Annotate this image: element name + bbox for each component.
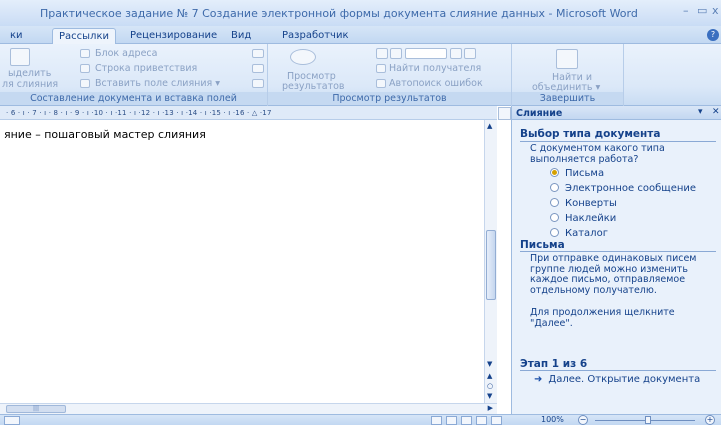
document-type-question: С документом какого типа выполняется раб… [530,143,665,165]
minimize-button[interactable]: – [683,4,689,17]
auto-check-errors-button[interactable]: Автопоиск ошибок [389,78,483,89]
help-icon[interactable]: ? [707,29,719,41]
radio-envelopes-control[interactable] [550,198,559,207]
insert-merge-field-button[interactable]: Вставить поле слияния ▾ [95,78,220,89]
print-layout-view-icon[interactable] [431,416,442,425]
radio-envelopes[interactable]: Конверты [550,198,617,210]
vertical-scroll-thumb[interactable] [486,230,496,300]
next-page-icon[interactable]: ▼ [487,392,492,400]
preview-results-label-2[interactable]: результатов [282,81,345,92]
radio-letters[interactable]: Письма [550,168,604,180]
radio-letters-control[interactable] [550,168,559,177]
group-finish-label: Завершить [512,92,623,105]
scroll-up-icon[interactable]: ▲ [487,122,492,130]
radio-labels-label: Наклейки [565,213,617,224]
tab-review[interactable]: Рецензирование [124,28,223,44]
task-pane-menu-icon[interactable]: ▾ [698,107,703,117]
continue-hint: Для продолжения щелкните "Далее". [530,307,675,329]
window-title: Практическое задание № 7 Создание электр… [40,7,638,20]
first-record-icon[interactable] [376,48,388,59]
section-divider [520,370,716,371]
previous-record-icon[interactable] [390,48,402,59]
next-record-icon[interactable] [450,48,462,59]
task-pane-close-icon[interactable]: ✕ [712,107,720,117]
find-recipient-button[interactable]: Найти получателя [389,63,481,74]
match-fields-icon[interactable] [252,64,264,73]
greeting-line-icon [80,64,90,73]
document-text: яние – пошаговый мастер слияния [4,128,206,141]
section-divider [520,251,716,252]
find-recipient-icon [376,64,386,73]
zoom-out-icon[interactable]: − [578,415,588,425]
radio-labels-control[interactable] [550,213,559,222]
section-divider [520,141,716,142]
outline-view-icon[interactable] [476,416,487,425]
highlight-fields-icon [10,48,30,66]
status-bar: 100% − + [0,414,721,425]
radio-email-label: Электронное сообщение [565,183,697,194]
scroll-down-icon[interactable]: ▼ [487,360,492,368]
tab-partial[interactable]: ки [4,28,29,44]
browse-object-icon[interactable]: ○ [487,382,493,390]
update-labels-icon[interactable] [252,79,264,88]
next-step-link[interactable]: ➜ Далее. Открытие документа [534,374,700,385]
highlight-fields-label-1[interactable]: ыделить [8,68,51,79]
auto-check-errors-icon [376,79,386,88]
radio-labels[interactable]: Наклейки [550,213,616,225]
radio-email-control[interactable] [550,183,559,192]
insert-merge-field-icon [80,79,90,88]
group-preview-results: Просмотр результатов Найти получателя Ав… [268,44,512,106]
group-compose-insert-fields: ыделить ля слияния Блок адреса Строка пр… [0,44,268,106]
task-pane-header: Слияние ▾ ✕ [512,106,721,120]
address-block-icon [80,49,90,58]
close-button[interactable]: x [712,4,719,17]
highlight-fields-label-2[interactable]: ля слияния [2,79,58,90]
horizontal-ruler[interactable]: · 6 · ı · 7 · ı · 8 · ı · 9 · ı ·10 · ı … [0,106,497,120]
scroll-right-icon[interactable]: ▶ [488,404,493,412]
radio-directory-label: Каталог [565,228,608,239]
group-preview-label: Просмотр результатов [268,92,511,105]
ribbon: ыделить ля слияния Блок адреса Строка пр… [0,44,721,106]
group-finish: Найти и объединить ▾ Завершить [512,44,624,106]
radio-envelopes-label: Конверты [565,198,617,209]
horizontal-scrollbar[interactable]: ||| ▶ [0,403,497,414]
previous-page-icon[interactable]: ▲ [487,372,492,380]
ribbon-tabs: ки Рассылки Рецензирование Вид Разработч… [0,26,721,44]
document-area[interactable]: яние – пошаговый мастер слияния [0,120,484,403]
vertical-scrollbar[interactable]: ▲ ▼ ▲ ○ ▼ [484,120,497,403]
task-pane-title: Слияние [516,108,563,119]
arrow-right-icon: ➜ [534,374,543,385]
mail-merge-task-pane: Слияние ▾ ✕ Выбор типа документа С докум… [511,106,721,414]
next-step-label: Далее. Открытие документа [548,374,701,385]
greeting-line-button[interactable]: Строка приветствия [95,63,197,74]
radio-directory-control[interactable] [550,228,559,237]
step-indicator: Этап 1 из 6 [520,358,588,370]
full-screen-reading-view-icon[interactable] [446,416,457,425]
tab-mailings[interactable]: Рассылки [52,28,116,44]
zoom-slider-thumb[interactable] [645,416,651,424]
status-language-icon[interactable] [4,416,20,425]
section-letters-title: Письма [520,239,565,251]
radio-email[interactable]: Электронное сообщение [550,183,696,195]
preview-results-icon [290,49,316,65]
title-bar: Практическое задание № 7 Создание электр… [0,0,721,26]
zoom-level[interactable]: 100% [541,415,564,424]
maximize-button[interactable]: ▭ [697,4,707,17]
rules-icon[interactable] [252,49,264,58]
letters-description: При отправке одинаковых писем группе люд… [530,253,697,296]
draft-view-icon[interactable] [491,416,502,425]
view-ruler-icon[interactable] [498,107,511,120]
zoom-in-icon[interactable]: + [705,415,715,425]
tab-view[interactable]: Вид [225,28,257,44]
record-number-input[interactable] [405,48,447,59]
tab-developer[interactable]: Разработчик [276,28,355,44]
last-record-icon[interactable] [464,48,476,59]
section-document-type-title: Выбор типа документа [520,128,661,140]
radio-letters-label: Письма [565,168,605,179]
web-layout-view-icon[interactable] [461,416,472,425]
address-block-button[interactable]: Блок адреса [95,48,157,59]
horizontal-scroll-thumb[interactable]: ||| [6,405,66,413]
finish-merge-icon [556,49,578,69]
group-compose-label: Составление документа и вставка полей [0,92,267,105]
